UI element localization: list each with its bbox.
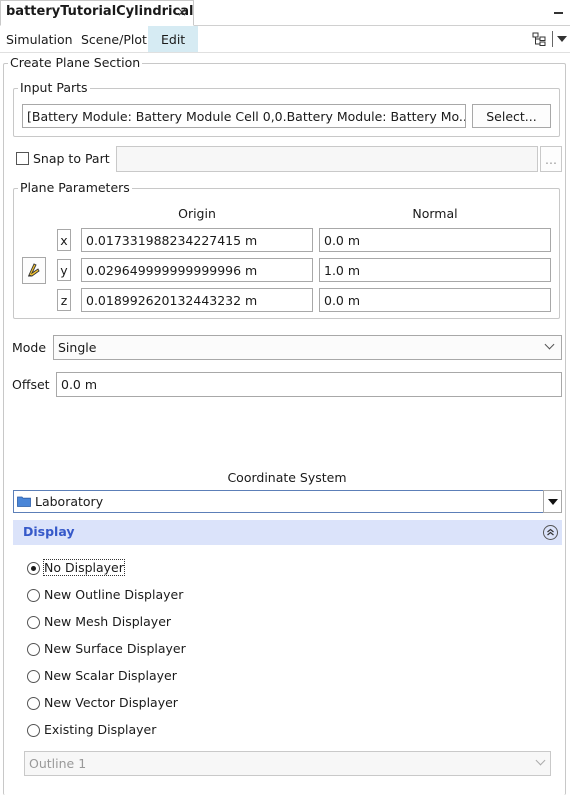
menu-scene-plot[interactable]: Scene/Plot	[81, 26, 147, 52]
radio-label-no-displayer[interactable]: No Displayer	[43, 559, 125, 576]
collapse-up-icon[interactable]	[543, 525, 558, 540]
origin-z-input[interactable]: 0.018992620132443232 m	[81, 288, 313, 312]
tree-view-icon[interactable]	[532, 32, 546, 46]
menu-dropdown-icon[interactable]	[557, 36, 567, 42]
plane-parameters-legend: Plane Parameters	[18, 180, 132, 195]
coordinate-system-dropdown-button[interactable]	[543, 490, 562, 513]
normal-z-input[interactable]: 0.0 m	[319, 288, 551, 312]
display-title: Display	[23, 524, 75, 539]
radio-label-new-surface-displayer[interactable]: New Surface Displayer	[44, 641, 186, 656]
radio-new-surface-displayer[interactable]	[27, 643, 40, 656]
origin-header: Origin	[178, 206, 216, 221]
tab-battery-tutorial[interactable]: batteryTutorialCylindrical ×	[0, 0, 194, 26]
radio-new-vector-displayer[interactable]	[27, 697, 40, 710]
snap-to-part-field	[116, 146, 538, 172]
normal-x-input[interactable]: 0.0 m	[319, 228, 551, 252]
offset-label: Offset	[12, 377, 50, 392]
menu-edit[interactable]: Edit	[148, 26, 199, 52]
normal-y-input[interactable]: 1.0 m	[319, 258, 551, 282]
snap-browse-button: ...	[540, 146, 562, 172]
radio-new-mesh-displayer[interactable]	[27, 616, 40, 629]
axis-z-label: z	[57, 289, 71, 311]
snap-to-part-label: Snap to Part	[33, 151, 110, 166]
pick-point-button[interactable]	[22, 257, 46, 284]
tab-title: batteryTutorialCylindrical	[6, 4, 194, 19]
folder-icon	[17, 496, 31, 507]
existing-displayer-value: Outline 1	[29, 756, 87, 771]
axis-x-label: x	[57, 229, 71, 251]
input-parts-field[interactable]: [Battery Module: Battery Module Cell 0,0…	[22, 104, 466, 128]
close-tab-icon[interactable]: ×	[177, 5, 187, 19]
radio-label-new-scalar-displayer[interactable]: New Scalar Displayer	[44, 668, 177, 683]
coordinate-system-label: Coordinate System	[227, 470, 347, 485]
tab-bar: batteryTutorialCylindrical ×	[0, 0, 570, 26]
radio-label-existing-displayer[interactable]: Existing Displayer	[44, 722, 156, 737]
radio-new-outline-displayer[interactable]	[27, 589, 40, 602]
display-section-header[interactable]	[13, 520, 562, 545]
radio-label-new-outline-displayer[interactable]: New Outline Displayer	[44, 587, 183, 602]
radio-label-new-mesh-displayer[interactable]: New Mesh Displayer	[44, 614, 171, 629]
offset-input[interactable]: 0.0 m	[56, 372, 562, 397]
menu-separator	[552, 31, 553, 47]
menu-simulation[interactable]: Simulation	[6, 26, 73, 52]
input-parts-legend: Input Parts	[18, 80, 90, 95]
coordinate-system-select[interactable]: Laboratory	[13, 490, 544, 513]
pick-hand-icon	[28, 263, 40, 277]
radio-no-displayer[interactable]	[27, 562, 40, 575]
create-plane-section-title: Create Plane Section	[8, 55, 143, 70]
snap-to-part-checkbox[interactable]	[16, 152, 29, 165]
origin-x-input[interactable]: 0.017331988234227415 m	[81, 228, 313, 252]
select-parts-button[interactable]: Select...	[472, 104, 551, 128]
axis-y-label: y	[57, 259, 71, 281]
origin-y-input[interactable]: 0.029649999999999996 m	[81, 258, 313, 282]
mode-value: Single	[58, 340, 97, 355]
mode-label: Mode	[12, 340, 47, 355]
radio-new-scalar-displayer[interactable]	[27, 670, 40, 683]
radio-existing-displayer[interactable]	[27, 724, 40, 737]
minimize-icon[interactable]	[554, 6, 564, 16]
existing-displayer-select: Outline 1	[24, 751, 551, 776]
normal-header: Normal	[412, 206, 458, 221]
create-plane-section-group	[3, 63, 566, 795]
radio-label-new-vector-displayer[interactable]: New Vector Displayer	[44, 695, 178, 710]
coordinate-system-value: Laboratory	[35, 494, 104, 509]
menu-bar: Simulation Scene/Plot Edit	[0, 26, 570, 53]
mode-select[interactable]: Single	[53, 335, 562, 360]
dropdown-arrow-icon	[548, 499, 558, 505]
